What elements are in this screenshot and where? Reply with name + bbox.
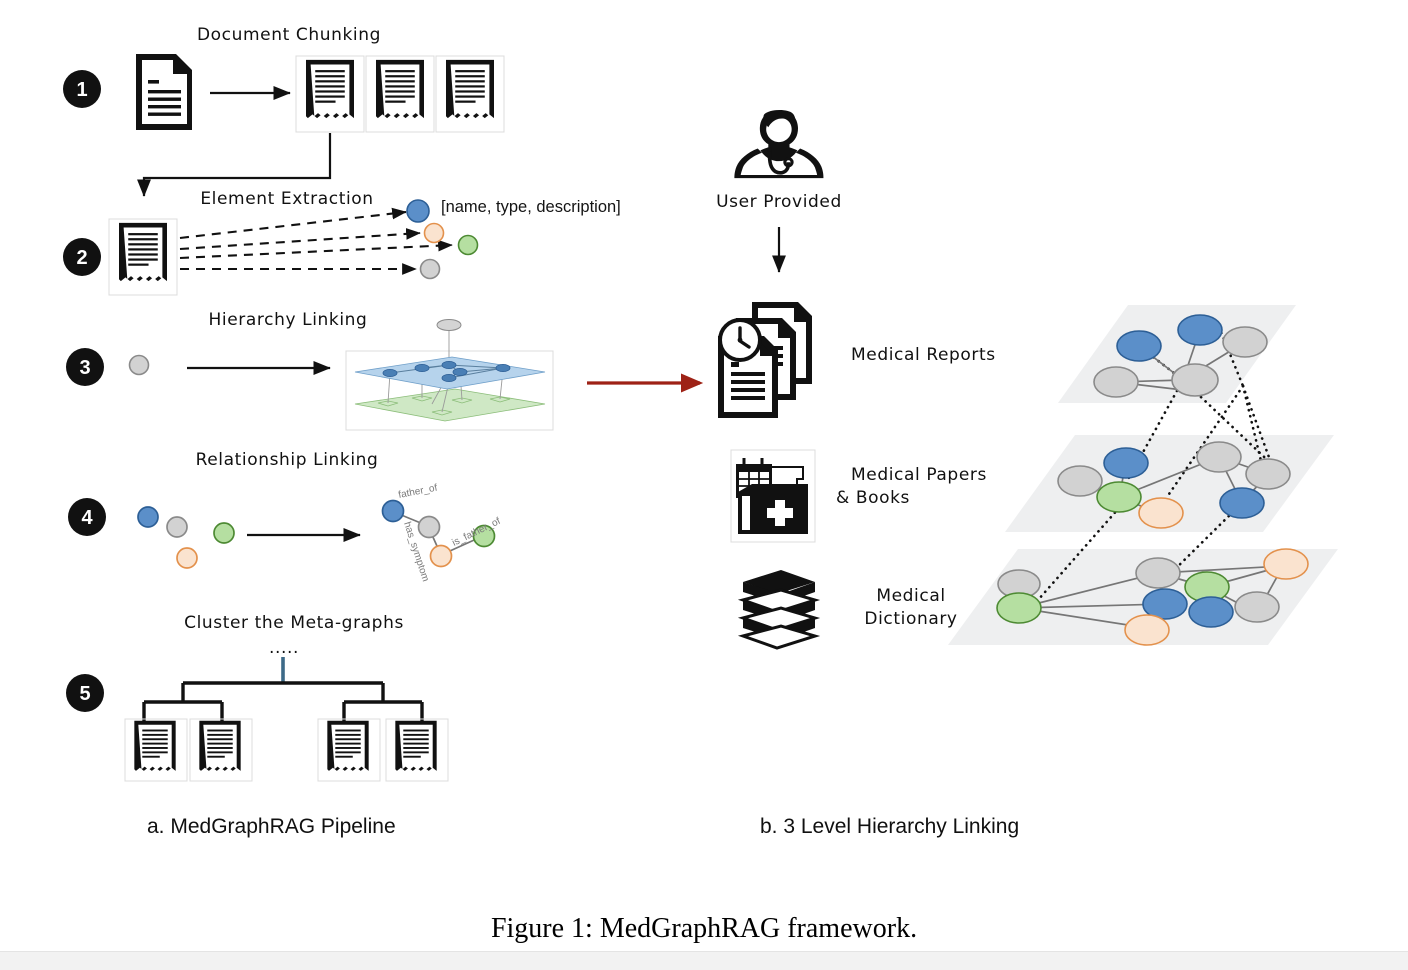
medical-folder-icon (730, 449, 816, 543)
node-l2-peach-1 (1138, 497, 1184, 529)
books-stack-icon (737, 570, 821, 650)
level-2-label-line2: & Books (836, 488, 910, 508)
level-3-label-line1: Medical (876, 586, 945, 606)
node-l2-blue-1 (1103, 447, 1149, 479)
torn-document-icon-1 (306, 59, 354, 119)
step-3-number: 3 (79, 357, 90, 379)
step-4-group: 4 Relationship Linking father_of has_sym… (68, 450, 502, 583)
entity-node-blue (406, 199, 430, 223)
node-l1-blue-2 (1177, 314, 1223, 346)
step-5-group: 5 Cluster the Meta-graphs ..... (66, 613, 449, 782)
cluster-document-icon-1 (134, 720, 176, 771)
figure-canvas: 1 Document Chunking 2 Element Extraction (63, 25, 1338, 944)
node-l1-blue-1 (1116, 330, 1162, 362)
step-1-group: 1 Document Chunking (63, 25, 505, 197)
meta-node-blue (381, 499, 405, 523)
figure-caption: Figure 1: MedGraphRAG framework. (491, 913, 917, 944)
bottom-strip (0, 951, 1408, 970)
node-l3-gray-2 (1135, 557, 1181, 589)
step-1-number: 1 (76, 79, 87, 101)
extraction-arrow-2 (179, 228, 421, 251)
torn-document-icon-source (119, 222, 167, 282)
step-5-number: 5 (79, 683, 90, 705)
node-l1-gray-2 (1093, 366, 1139, 398)
step-3-group: 3 Hierarchy Linking (66, 310, 704, 431)
cluster-document-icon-4 (395, 720, 437, 771)
node-l2-gray-2 (1196, 441, 1242, 473)
document-icon (136, 54, 192, 130)
node-l3-green-1 (996, 592, 1042, 624)
extraction-arrow-1 (179, 207, 407, 240)
hierarchy-root-node (436, 319, 462, 331)
loose-node-gray (166, 516, 188, 538)
node-l1-gray-1 (1222, 326, 1268, 358)
entity-format-annotation: [name, type, description] (441, 198, 621, 216)
entity-node-peach (423, 222, 445, 244)
loose-node-green (213, 522, 235, 544)
doctor-avatar-icon (734, 109, 824, 179)
torn-document-icon-2 (376, 59, 424, 119)
figure-root: 1 Document Chunking 2 Element Extraction (0, 0, 1408, 970)
node-l3-peach-2 (1263, 548, 1309, 580)
step-4-title: Relationship Linking (196, 450, 379, 470)
step-1-title: Document Chunking (197, 25, 381, 45)
level-2-label-line1: Medical Papers (851, 465, 987, 485)
step-2-group: 2 Element Extraction [name, type, descri… (63, 189, 621, 296)
meta-node-peach (429, 544, 453, 568)
level-3-label-line2: Dictionary (864, 609, 957, 629)
node-l2-green-1 (1096, 481, 1142, 513)
node-l3-blue-2 (1188, 596, 1234, 628)
panel-b-caption: b. 3 Level Hierarchy Linking (760, 815, 1019, 838)
step-5-title: Cluster the Meta-graphs (184, 613, 404, 633)
cluster-document-icon-3 (327, 720, 369, 771)
node-l3-peach-1 (1124, 614, 1170, 646)
node-l3-gray-3 (1234, 591, 1280, 623)
step-2-number: 2 (76, 247, 87, 269)
entity-node-gray (419, 258, 441, 280)
node-l2-gray-1 (1057, 465, 1103, 497)
entity-node-green (457, 234, 479, 256)
meta-graph: father_of has_symptom is_father_of (381, 483, 502, 583)
node-l1-gray-3 (1171, 363, 1219, 397)
user-provided-label: User Provided (716, 192, 842, 212)
elbow-connector-step1-step2 (136, 133, 332, 197)
cluster-document-icon-2 (199, 720, 241, 771)
loose-node-peach (176, 547, 198, 569)
step-3-title: Hierarchy Linking (209, 310, 368, 330)
cluster-tree-lines (142, 681, 424, 722)
loose-node-blue (137, 506, 159, 528)
step-2-title: Element Extraction (200, 189, 373, 209)
step-4-number: 4 (81, 507, 93, 529)
hierarchy-source-node (128, 354, 150, 376)
cluster-ellipsis: ..... (269, 638, 299, 658)
node-l2-gray-3 (1245, 458, 1291, 490)
panel-a-caption: a. MedGraphRAG Pipeline (147, 815, 396, 838)
torn-document-icon-3 (446, 59, 494, 119)
level-1-label: Medical Reports (851, 345, 996, 365)
relation-label-father-of: father_of (397, 483, 438, 501)
meta-node-gray (417, 515, 441, 539)
node-l2-blue-2 (1219, 487, 1265, 519)
reports-clock-icon (718, 302, 812, 418)
